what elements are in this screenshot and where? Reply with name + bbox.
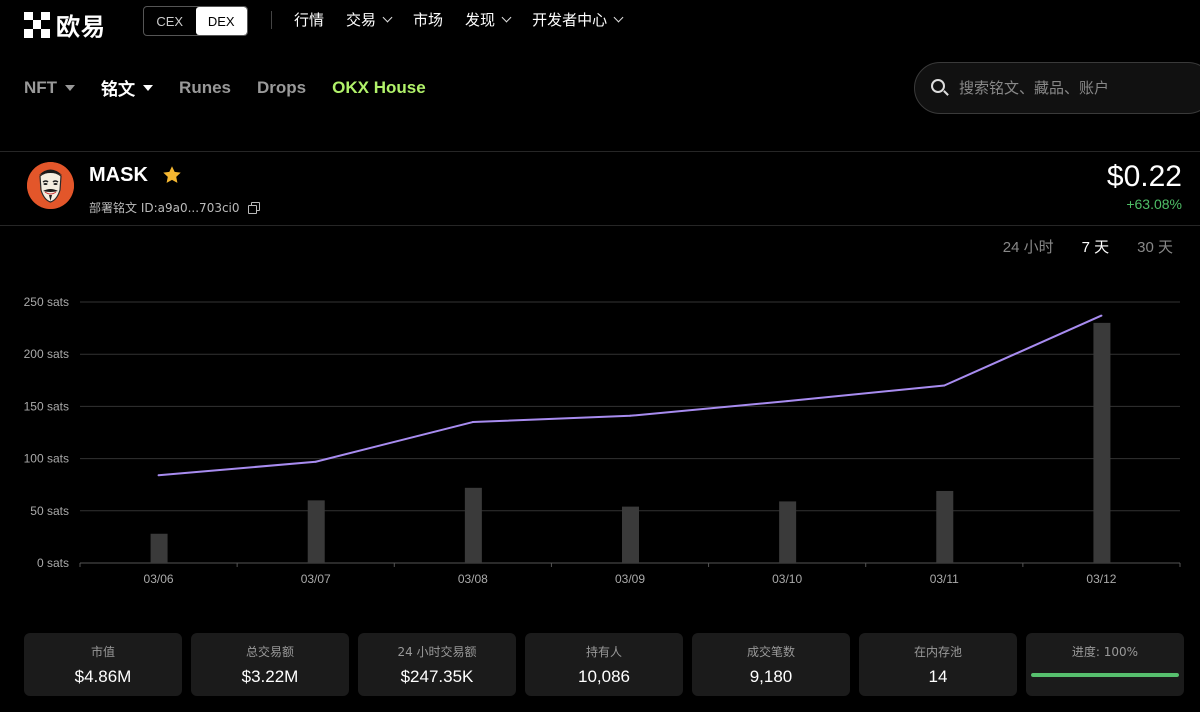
sub-nav: NFT 铭文 Runes Drops OKX House — [24, 75, 452, 100]
menu-item-markets[interactable]: 市场 — [413, 9, 443, 30]
stat-progress: 进度: 100% — [1026, 633, 1184, 696]
top-nav: 欧易 CEX DEX 行情 交易 市场 发现 开发者中心 — [0, 0, 1200, 42]
token-price: $0.22 — [1106, 160, 1182, 193]
nav-divider — [271, 11, 272, 29]
chevron-down-icon — [382, 12, 393, 23]
main-menu: 行情 交易 市场 发现 开发者中心 — [294, 9, 624, 30]
volume-bar — [779, 501, 797, 563]
price-volume-chart: 0 sats 50 sats 100 sats 150 sats 200 sats 250… — [24, 295, 1181, 586]
volume-bar — [622, 506, 639, 563]
stats-row: 市值 $4.86M 总交易额 $3.22M 24 小时交易额 $247.35K … — [24, 633, 1184, 696]
volume-bar — [464, 487, 482, 563]
progress-fill — [1031, 673, 1179, 677]
y-tick-label: 0 sats — [37, 556, 69, 570]
tab-24h[interactable]: 24 小时 — [1003, 236, 1054, 257]
subnav-item-okx-house[interactable]: OKX House — [332, 78, 426, 98]
volume-bar — [307, 500, 325, 563]
tab-30d[interactable]: 30 天 — [1137, 236, 1173, 257]
tab-7d[interactable]: 7 天 — [1082, 236, 1110, 257]
period-tabs: 24 小时 7 天 30 天 — [1003, 236, 1173, 257]
volume-bar — [1093, 322, 1111, 563]
star-icon[interactable] — [161, 164, 183, 186]
divider — [0, 225, 1200, 226]
x-tick-label: 03/07 — [301, 572, 331, 586]
x-tick-label: 03/06 — [144, 572, 174, 586]
price-point — [471, 421, 474, 424]
price-point — [943, 384, 946, 387]
x-tick-label: 03/12 — [1086, 572, 1116, 586]
menu-item-market[interactable]: 行情 — [294, 9, 324, 30]
price-point — [157, 474, 160, 477]
subnav-item-nft[interactable]: NFT — [24, 78, 76, 98]
copy-icon[interactable] — [247, 201, 260, 214]
toggle-dex[interactable]: DEX — [195, 7, 247, 35]
guy-fawkes-mask-icon — [27, 162, 74, 209]
price-change: +63.08% — [1126, 196, 1182, 212]
subnav-item-inscriptions[interactable]: 铭文 — [101, 75, 154, 100]
y-tick-label: 200 sats — [24, 347, 69, 361]
divider — [0, 151, 1200, 152]
cex-dex-toggle: CEX DEX — [143, 6, 248, 36]
price-point — [786, 400, 789, 403]
stat-mempool: 在内存池 14 — [859, 633, 1017, 696]
search-box — [914, 62, 1200, 114]
y-tick-label: 150 sats — [24, 399, 69, 413]
menu-item-trade[interactable]: 交易 — [346, 9, 393, 30]
logo-text: 欧易 — [56, 13, 106, 41]
stat-trades: 成交笔数 9,180 — [692, 633, 850, 696]
stat-market-cap: 市值 $4.86M — [24, 633, 182, 696]
menu-item-developer[interactable]: 开发者中心 — [532, 9, 624, 30]
y-tick-label: 250 sats — [24, 295, 69, 309]
token-name: MASK — [89, 164, 148, 186]
y-tick-label: 50 sats — [30, 504, 69, 518]
volume-bar — [150, 533, 168, 563]
search-input[interactable] — [959, 79, 1189, 97]
stat-24h-volume: 24 小时交易额 $247.35K — [358, 633, 516, 696]
deploy-inscription-id: 部署铭文 ID:a9a0...703ci0 — [89, 199, 260, 216]
stat-holders: 持有人 10,086 — [525, 633, 683, 696]
stat-total-volume: 总交易额 $3.22M — [191, 633, 349, 696]
x-tick-label: 03/11 — [930, 572, 959, 586]
price-point — [314, 460, 317, 463]
volume-bar — [936, 490, 954, 563]
chevron-down-icon — [501, 12, 512, 23]
okx-logo[interactable]: 欧易 — [24, 7, 106, 42]
subnav-item-runes[interactable]: Runes — [179, 78, 231, 98]
y-tick-label: 100 sats — [24, 452, 69, 466]
price-point — [1100, 314, 1103, 317]
search-icon — [931, 79, 949, 97]
caret-down-icon — [143, 84, 154, 91]
menu-item-discover[interactable]: 发现 — [465, 9, 512, 30]
chevron-down-icon — [613, 12, 624, 23]
subnav-item-drops[interactable]: Drops — [257, 78, 306, 98]
caret-down-icon — [65, 84, 76, 91]
price-line — [158, 314, 1102, 477]
progress-bar — [1031, 673, 1179, 677]
toggle-cex[interactable]: CEX — [144, 7, 196, 35]
x-tick-label: 03/10 — [772, 572, 802, 586]
x-tick-label: 03/09 — [615, 572, 645, 586]
x-tick-label: 03/08 — [458, 572, 488, 586]
price-point — [629, 414, 631, 417]
okx-logo-icon — [24, 11, 50, 38]
